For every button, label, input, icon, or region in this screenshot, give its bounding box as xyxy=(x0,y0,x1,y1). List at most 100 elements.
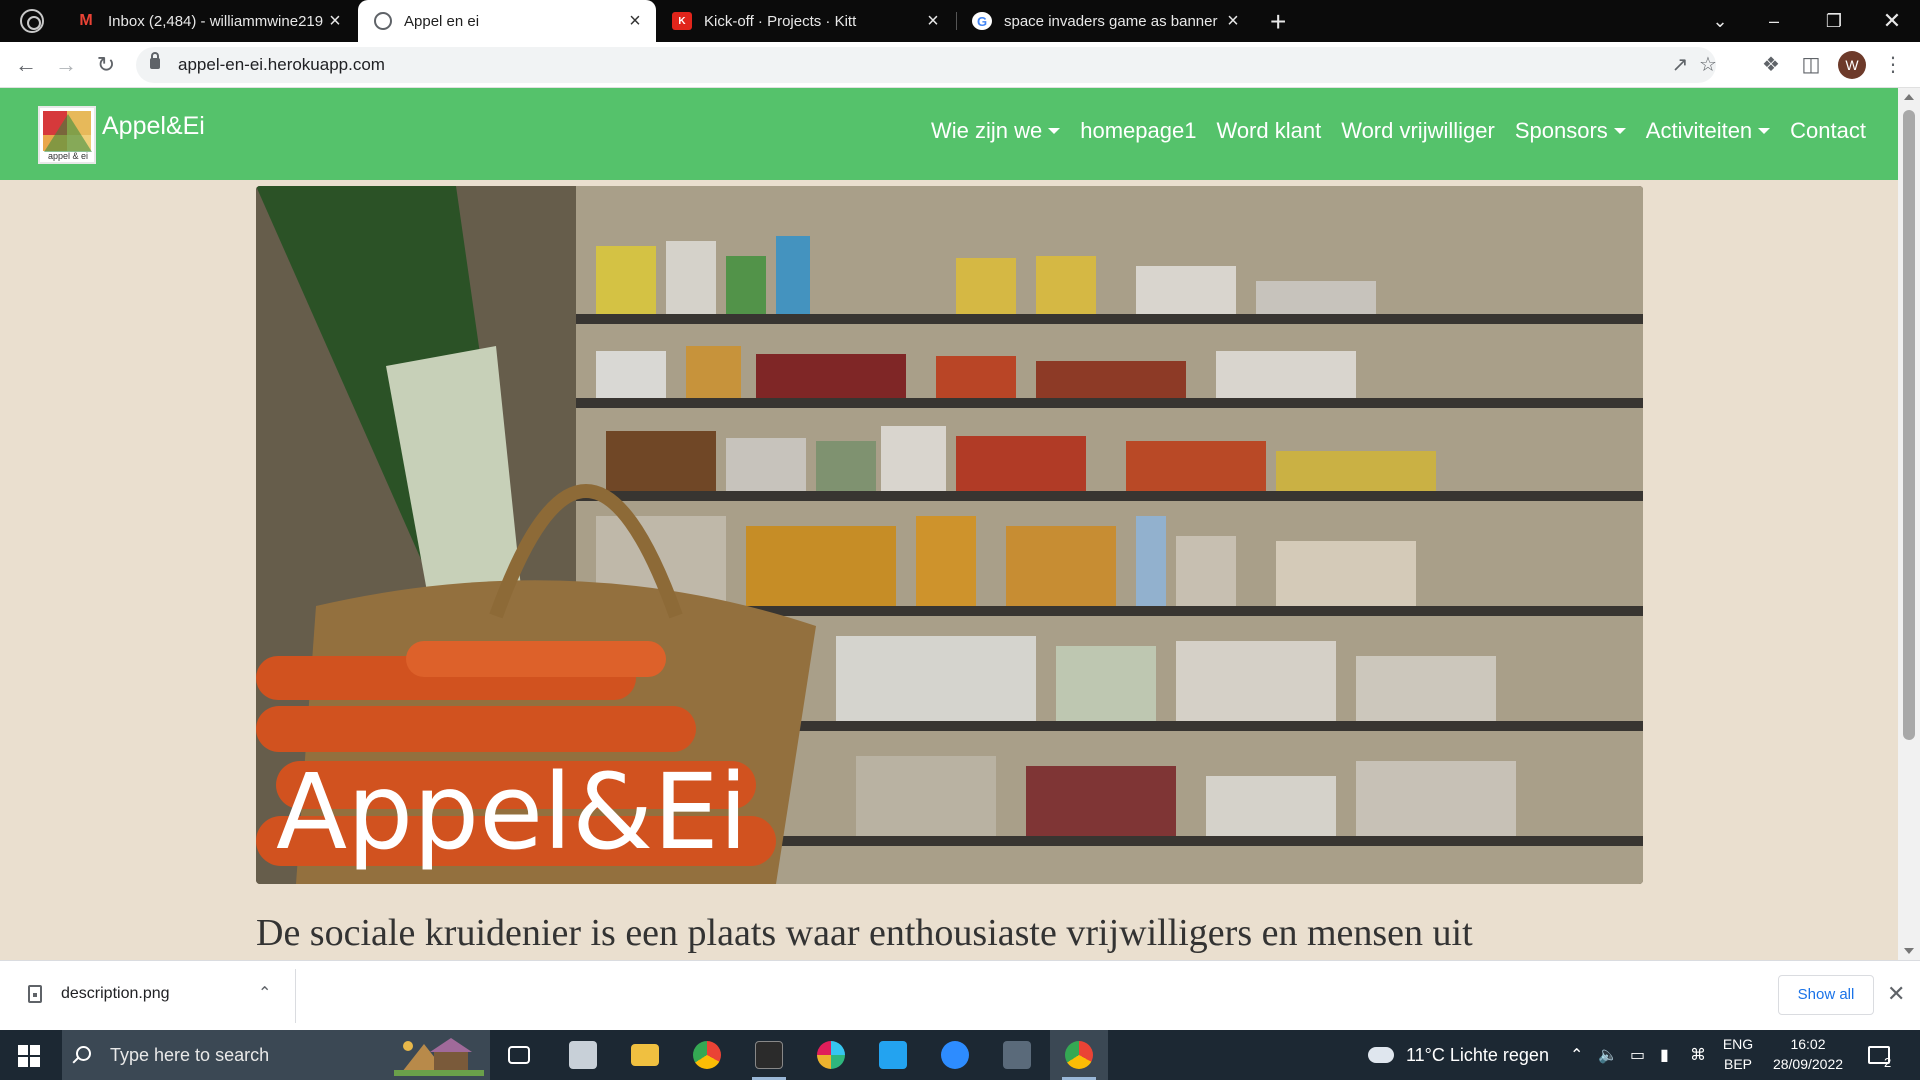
chevron-up-icon[interactable]: ⌃ xyxy=(258,983,271,1003)
scroll-thumb[interactable] xyxy=(1903,110,1915,740)
clock-date: 28/09/2022 xyxy=(1772,1056,1844,1072)
search-icon xyxy=(76,1046,91,1061)
nav-label: Sponsors xyxy=(1514,118,1608,143)
address-bar[interactable]: appel-en-ei.herokuapp.com ↗ ☆ xyxy=(136,47,1717,83)
nav-contact[interactable]: Contact xyxy=(1790,118,1866,144)
battery-icon[interactable]: ▮ xyxy=(1660,1030,1669,1080)
weather-text: 11°C Lichte regen xyxy=(1406,1044,1549,1065)
tab-title: Kick-off · Projects · Kitt xyxy=(704,12,857,30)
kitt-icon: K xyxy=(672,12,692,30)
browser-menu-icon[interactable]: ⋮ xyxy=(1880,52,1906,78)
vscode-icon[interactable] xyxy=(864,1030,922,1080)
keyboard-layout: BEP xyxy=(1723,1056,1752,1072)
wifi-icon[interactable]: ⌘ xyxy=(1690,1030,1706,1080)
tab-search-icon[interactable] xyxy=(20,9,44,33)
tab-list-chevron-icon[interactable]: ⌄ xyxy=(1690,0,1750,42)
clock-time: 16:02 xyxy=(1790,1036,1826,1052)
appel-en-ei-logo[interactable]: appel & ei xyxy=(38,106,96,164)
nav-label: Word klant xyxy=(1216,118,1322,143)
forward-button[interactable]: → xyxy=(50,49,82,81)
close-tab-icon[interactable]: × xyxy=(922,10,944,33)
cloud-rain-icon xyxy=(1368,1047,1394,1063)
weather-widget[interactable]: 11°C Lichte regen xyxy=(1368,1030,1549,1080)
globe-icon xyxy=(374,12,392,30)
divider xyxy=(295,969,296,1023)
calculator-icon[interactable] xyxy=(988,1030,1046,1080)
scroll-up-icon[interactable] xyxy=(1904,94,1914,100)
notification-count: 2 xyxy=(1884,1054,1892,1070)
nav-word-klant[interactable]: Word klant xyxy=(1216,118,1321,144)
search-highlight-art-icon xyxy=(394,1034,484,1076)
nav-activiteiten[interactable]: Activiteiten xyxy=(1645,118,1771,144)
reload-button[interactable]: ↻ xyxy=(90,49,122,81)
nav-label: Word vrijwilliger xyxy=(1341,118,1495,143)
nav-sponsors[interactable]: Sponsors xyxy=(1515,118,1626,144)
show-all-button[interactable]: Show all xyxy=(1778,975,1874,1015)
bookmark-star-icon[interactable]: ☆ xyxy=(1696,53,1720,77)
hero-title: Appel&Ei xyxy=(276,751,748,873)
chrome-profile-icon[interactable] xyxy=(1050,1030,1108,1080)
tab-title: Inbox (2,484) - williammwine219 xyxy=(108,12,324,30)
zoom-icon[interactable] xyxy=(926,1030,984,1080)
show-hidden-icons-chevron-icon[interactable]: ⌃ xyxy=(1570,1030,1583,1080)
taskbar-search-placeholder: Type here to search xyxy=(110,1045,270,1065)
close-window-button[interactable]: ✕ xyxy=(1862,0,1920,42)
url-text[interactable]: appel-en-ei.herokuapp.com xyxy=(178,55,385,75)
notifications-button[interactable]: 2 xyxy=(1868,1030,1891,1080)
close-download-bar-icon[interactable]: ✕ xyxy=(1887,981,1905,1007)
tab-gmail[interactable]: M Inbox (2,484) - williammwine219 × xyxy=(60,0,356,42)
site-brand[interactable]: Appel&Ei xyxy=(102,112,205,141)
taskbar-app-icon[interactable] xyxy=(554,1030,612,1080)
tab-appel-en-ei[interactable]: Appel en ei × xyxy=(358,0,656,42)
slack-icon[interactable] xyxy=(802,1030,860,1080)
task-view-icon[interactable] xyxy=(490,1030,548,1080)
hero-banner: Appel&Ei xyxy=(256,186,1643,884)
tab-title: Appel en ei xyxy=(404,12,480,30)
logo-caption: appel & ei xyxy=(47,151,89,161)
back-button[interactable]: ← xyxy=(10,49,42,81)
lock-icon[interactable] xyxy=(150,52,160,69)
browser-toolbar: ← → ↻ appel-en-ei.herokuapp.com ↗ ☆ ❖ ◫ … xyxy=(0,42,1920,88)
download-item[interactable]: description.png xyxy=(61,985,170,1003)
close-tab-icon[interactable]: × xyxy=(624,10,646,33)
chrome-icon[interactable] xyxy=(678,1030,736,1080)
terminal-icon[interactable] xyxy=(740,1030,798,1080)
caret-down-icon xyxy=(1758,128,1771,134)
close-tab-icon[interactable]: × xyxy=(324,10,346,33)
language-indicator[interactable]: ENG BEP xyxy=(1718,1034,1758,1074)
nav-label: Wie zijn we xyxy=(930,118,1043,143)
speaker-muted-icon[interactable]: 🔈 xyxy=(1598,1030,1618,1080)
file-explorer-icon[interactable] xyxy=(616,1030,674,1080)
device-icon[interactable]: ▭ xyxy=(1630,1030,1645,1080)
nav-homepage1[interactable]: homepage1 xyxy=(1080,118,1196,144)
tab-separator xyxy=(956,12,957,30)
windows-taskbar: Type here to search 11°C Lichte regen ⌃ … xyxy=(0,1030,1920,1080)
page-viewport: appel & ei Appel&Ei Wie zijn we homepage… xyxy=(0,88,1898,960)
restore-button[interactable]: ❐ xyxy=(1804,0,1864,42)
gmail-icon: M xyxy=(79,12,93,29)
caret-down-icon xyxy=(1048,128,1061,134)
share-icon[interactable]: ↗ xyxy=(1668,53,1692,77)
file-icon xyxy=(28,985,42,1003)
new-tab-button[interactable]: + xyxy=(1270,6,1286,38)
language-code: ENG xyxy=(1722,1036,1754,1052)
side-panel-icon[interactable]: ◫ xyxy=(1798,52,1824,78)
page-scrollbar[interactable] xyxy=(1898,88,1920,960)
nav-word-vrijwilliger[interactable]: Word vrijwilliger xyxy=(1341,118,1495,144)
nav-label: Activiteiten xyxy=(1645,118,1753,143)
profile-avatar[interactable]: W xyxy=(1838,51,1866,79)
download-bar: description.png ⌃ Show all ✕ xyxy=(0,960,1920,1030)
tab-google-search[interactable]: G space invaders game as banner - × xyxy=(958,0,1254,42)
extensions-puzzle-icon[interactable]: ❖ xyxy=(1758,52,1784,78)
clock[interactable]: 16:02 28/09/2022 xyxy=(1762,1034,1854,1074)
intro-paragraph: De sociale kruidenier is een plaats waar… xyxy=(256,912,1473,954)
close-tab-icon[interactable]: × xyxy=(1222,10,1244,33)
tab-kitt[interactable]: K Kick-off · Projects · Kitt × xyxy=(658,0,954,42)
taskbar-search[interactable]: Type here to search xyxy=(62,1030,490,1080)
nav-label: homepage1 xyxy=(1080,118,1197,143)
nav-wie-zijn-we[interactable]: Wie zijn we xyxy=(930,118,1061,144)
minimize-button[interactable]: – xyxy=(1744,0,1804,42)
nav-label: Contact xyxy=(1790,118,1866,143)
scroll-down-icon[interactable] xyxy=(1904,948,1914,954)
windows-start-icon[interactable] xyxy=(18,1045,40,1067)
